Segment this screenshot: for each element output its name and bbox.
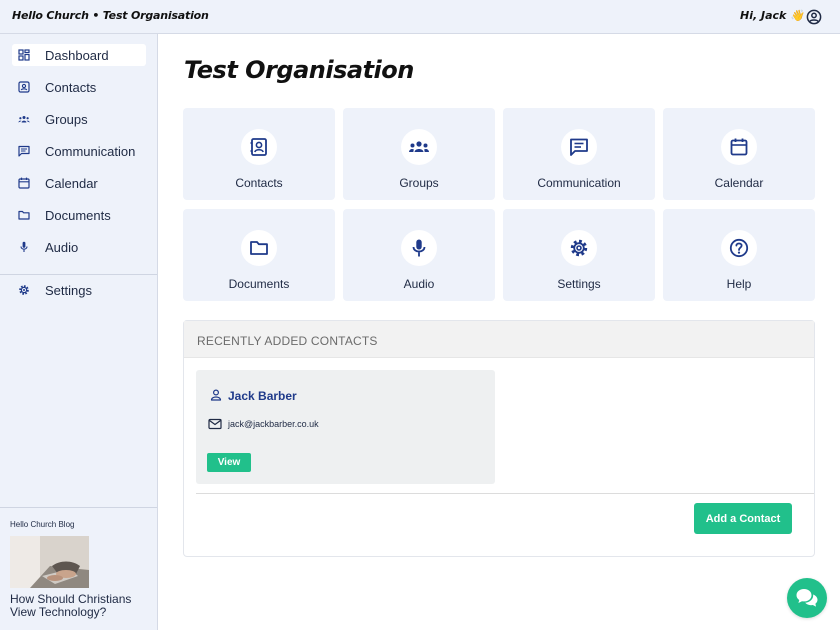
contact-email: jack@jackbarber.co.uk xyxy=(228,419,319,429)
sidebar-divider xyxy=(0,507,157,508)
grid-icon xyxy=(18,49,30,61)
tile-communication[interactable]: Communication xyxy=(503,108,655,200)
chat-button[interactable] xyxy=(787,578,827,618)
message-icon xyxy=(18,145,30,157)
sidebar-item-documents[interactable]: Documents xyxy=(12,204,146,226)
chat-icon xyxy=(796,589,818,607)
tile-documents[interactable]: Documents xyxy=(183,209,335,301)
gear-icon xyxy=(18,284,30,296)
sidebar-item-label: Calendar xyxy=(45,175,98,191)
tile-label: Help xyxy=(726,277,752,291)
brand-title[interactable]: Hello Church • Test Organisation xyxy=(12,9,209,22)
calendar-icon xyxy=(721,129,757,165)
panel-title: RECENTLY ADDED CONTACTS xyxy=(197,334,378,348)
help-icon xyxy=(721,230,757,266)
sidebar-item-label: Dashboard xyxy=(45,47,109,63)
tile-help[interactable]: Help xyxy=(663,209,815,301)
main-content: Test Organisation Contacts Groups Commun… xyxy=(158,34,840,630)
gear-icon xyxy=(561,230,597,266)
tile-label: Documents xyxy=(228,277,290,291)
blog-thumbnail[interactable] xyxy=(10,536,89,588)
recent-contacts-panel: RECENTLY ADDED CONTACTS Jack Barber jack… xyxy=(183,320,815,557)
tile-label: Settings xyxy=(557,277,601,291)
tile-contacts[interactable]: Contacts xyxy=(183,108,335,200)
account-icon[interactable] xyxy=(806,9,822,25)
users-icon xyxy=(401,129,437,165)
blog-heading: Hello Church Blog xyxy=(10,520,75,529)
tile-calendar[interactable]: Calendar xyxy=(663,108,815,200)
sidebar-item-settings[interactable]: Settings xyxy=(12,279,146,301)
sidebar-item-label: Contacts xyxy=(45,79,97,95)
tile-label: Calendar xyxy=(714,176,764,190)
tile-label: Groups xyxy=(399,176,439,190)
tile-label: Communication xyxy=(537,176,621,190)
contact-card-icon xyxy=(18,81,30,93)
tile-groups[interactable]: Groups xyxy=(343,108,495,200)
sidebar-item-label: Settings xyxy=(45,282,92,298)
tile-label: Contacts xyxy=(235,176,283,190)
sidebar-item-dashboard[interactable]: Dashboard xyxy=(12,44,146,66)
sidebar-item-label: Groups xyxy=(45,111,88,127)
message-icon xyxy=(561,129,597,165)
panel-header: RECENTLY ADDED CONTACTS xyxy=(184,321,814,358)
sidebar-item-audio[interactable]: Audio xyxy=(12,236,146,258)
user-greeting: Hi, Jack 👋 xyxy=(740,9,804,22)
sidebar: Dashboard Contacts Groups Communication … xyxy=(0,34,158,630)
microphone-icon xyxy=(401,230,437,266)
top-bar: Hello Church • Test Organisation Hi, Jac… xyxy=(0,0,840,34)
panel-divider xyxy=(196,493,814,494)
folder-icon xyxy=(18,209,30,221)
contact-card: Jack Barber jack@jackbarber.co.uk View xyxy=(196,370,495,484)
tile-settings[interactable]: Settings xyxy=(503,209,655,301)
person-icon xyxy=(210,389,222,401)
tile-audio[interactable]: Audio xyxy=(343,209,495,301)
sidebar-item-calendar[interactable]: Calendar xyxy=(12,172,146,194)
add-contact-button[interactable]: Add a Contact xyxy=(694,503,792,534)
sidebar-divider xyxy=(0,274,157,275)
sidebar-item-label: Documents xyxy=(45,207,111,223)
sidebar-item-groups[interactable]: Groups xyxy=(12,108,146,130)
microphone-icon xyxy=(18,241,30,253)
sidebar-item-communication[interactable]: Communication xyxy=(12,140,146,162)
sidebar-item-label: Communication xyxy=(45,143,136,159)
sidebar-item-label: Audio xyxy=(45,239,79,255)
folder-icon xyxy=(241,230,277,266)
page-title: Test Organisation xyxy=(184,56,414,84)
calendar-icon xyxy=(18,177,30,189)
mail-icon xyxy=(208,418,222,430)
tile-label: Audio xyxy=(403,277,435,291)
sidebar-item-contacts[interactable]: Contacts xyxy=(12,76,146,98)
view-contact-button[interactable]: View xyxy=(207,453,251,472)
contact-card-icon xyxy=(241,129,277,165)
contact-name[interactable]: Jack Barber xyxy=(228,389,297,403)
users-icon xyxy=(18,113,30,125)
blog-post-title[interactable]: How Should Christians View Technology? xyxy=(10,593,150,619)
